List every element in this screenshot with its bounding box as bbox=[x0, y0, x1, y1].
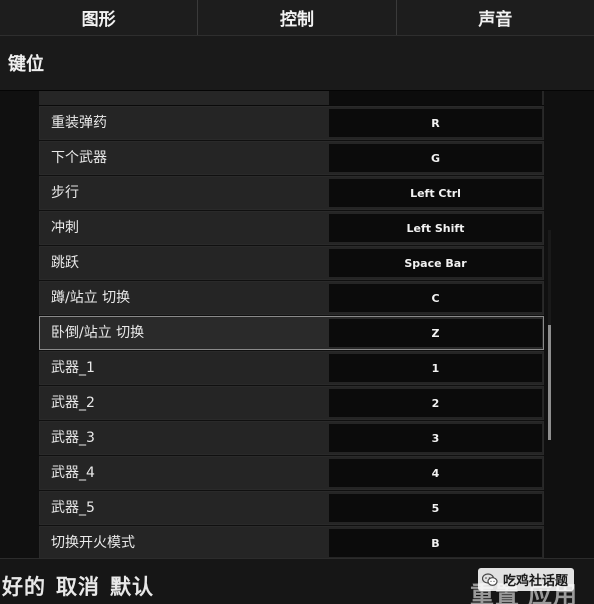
key-binding-button[interactable]: B bbox=[329, 529, 542, 557]
key-binding-button[interactable]: Space Bar bbox=[329, 249, 542, 277]
list-item-jump[interactable]: 跳跃 Space Bar bbox=[39, 246, 544, 280]
key-binding-button[interactable]: 1 bbox=[329, 354, 542, 382]
section-title-keybindings: 键位 bbox=[0, 36, 594, 91]
action-label: 跳跃 bbox=[51, 255, 79, 271]
action-label: 冲刺 bbox=[51, 220, 79, 236]
watermark-text: 吃鸡社话题 bbox=[503, 574, 569, 589]
action-label: 武器_4 bbox=[51, 465, 95, 481]
key-binding-button[interactable]: 5 bbox=[329, 494, 542, 522]
key-binding-button[interactable]: 4 bbox=[329, 459, 542, 487]
tab-controls[interactable]: 控制 bbox=[198, 0, 397, 35]
settings-window: 图形 控制 声音 键位 重装弹药 R 下个武器 G 步行 Left Ctrl 冲… bbox=[0, 0, 594, 604]
action-label: 蹲/站立 切换 bbox=[51, 290, 131, 306]
list-item-next-weapon[interactable]: 下个武器 G bbox=[39, 141, 544, 175]
list-item-weapon-3[interactable]: 武器_3 3 bbox=[39, 421, 544, 455]
key-binding-button[interactable]: Left Ctrl bbox=[329, 179, 542, 207]
list-item-weapon-2[interactable]: 武器_2 2 bbox=[39, 386, 544, 420]
action-label: 武器_3 bbox=[51, 430, 95, 446]
key-binding-button[interactable]: G bbox=[329, 144, 542, 172]
keybinding-list[interactable]: 重装弹药 R 下个武器 G 步行 Left Ctrl 冲刺 Left Shift… bbox=[0, 91, 594, 558]
action-label: 下个武器 bbox=[51, 150, 107, 166]
cancel-button[interactable]: 取消 bbox=[56, 571, 100, 601]
key-binding-button[interactable]: Z bbox=[329, 319, 542, 347]
default-button[interactable]: 默认 bbox=[110, 571, 154, 601]
keybinding-rows: 重装弹药 R 下个武器 G 步行 Left Ctrl 冲刺 Left Shift… bbox=[39, 91, 544, 558]
list-item-crouch-toggle[interactable]: 蹲/站立 切换 C bbox=[39, 281, 544, 315]
key-slot-partial bbox=[329, 91, 542, 105]
list-item-sprint[interactable]: 冲刺 Left Shift bbox=[39, 211, 544, 245]
scrollbar-thumb[interactable] bbox=[548, 325, 551, 440]
action-label: 武器_1 bbox=[51, 360, 95, 376]
key-binding-button[interactable]: 3 bbox=[329, 424, 542, 452]
key-binding-button[interactable]: Left Shift bbox=[329, 214, 542, 242]
list-item-weapon-4[interactable]: 武器_4 4 bbox=[39, 456, 544, 490]
watermark: 吃鸡社话题 bbox=[478, 568, 575, 591]
action-label: 切换开火模式 bbox=[51, 535, 135, 551]
list-item-partial bbox=[39, 91, 544, 106]
list-item-fire-mode[interactable]: 切换开火模式 B bbox=[39, 526, 544, 558]
list-item-prone-toggle[interactable]: 卧倒/站立 切换 Z bbox=[39, 316, 544, 350]
key-binding-button[interactable]: C bbox=[329, 284, 542, 312]
action-label: 卧倒/站立 切换 bbox=[51, 325, 145, 341]
list-item-walk[interactable]: 步行 Left Ctrl bbox=[39, 176, 544, 210]
action-label: 重装弹药 bbox=[51, 115, 107, 131]
ok-button[interactable]: 好的 bbox=[2, 571, 46, 601]
action-label: 武器_2 bbox=[51, 395, 95, 411]
key-binding-button[interactable]: 2 bbox=[329, 389, 542, 417]
tab-graphics[interactable]: 图形 bbox=[0, 0, 199, 35]
list-item-weapon-1[interactable]: 武器_1 1 bbox=[39, 351, 544, 385]
bottom-left-buttons: 好的 取消 默认 bbox=[2, 571, 154, 601]
list-item-reload[interactable]: 重装弹药 R bbox=[39, 106, 544, 140]
wechat-icon bbox=[482, 572, 498, 586]
list-item-weapon-5[interactable]: 武器_5 5 bbox=[39, 491, 544, 525]
action-label: 步行 bbox=[51, 185, 79, 201]
key-binding-button[interactable]: R bbox=[329, 109, 542, 137]
settings-tabs: 图形 控制 声音 bbox=[0, 0, 594, 36]
action-label: 武器_5 bbox=[51, 500, 95, 516]
tab-sound[interactable]: 声音 bbox=[397, 0, 594, 35]
